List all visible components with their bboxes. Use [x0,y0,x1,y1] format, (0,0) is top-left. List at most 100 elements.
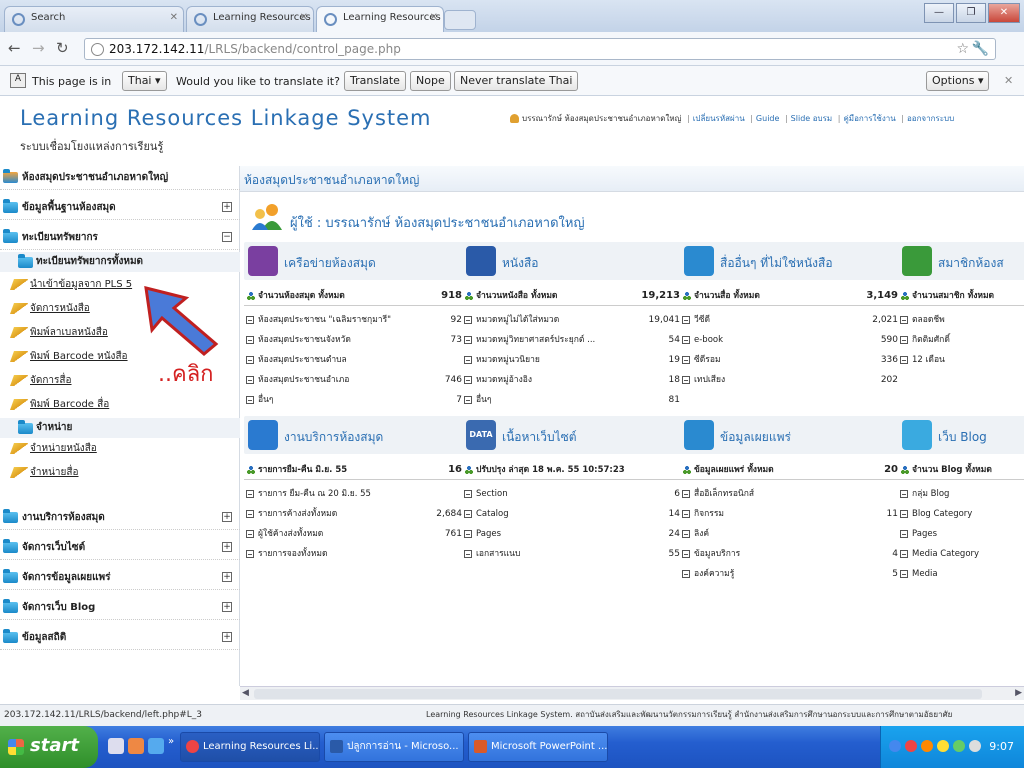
translate-button[interactable]: Translate [344,71,406,91]
sidebar-link[interactable]: จัดการสื่อ [30,375,72,386]
task-label: Microsoft PowerPoint ... [491,741,608,752]
never-translate-button[interactable]: Never translate Thai [454,71,579,91]
chevron-right-icon[interactable]: » [168,736,174,747]
tray-app-icon[interactable] [921,740,933,752]
sidebar-item-publications[interactable]: จัดการข้อมูลเผยแพร่ + [0,566,240,590]
expand-icon[interactable]: + [222,512,232,522]
maximize-button[interactable]: ❐ [956,3,986,23]
language-select[interactable]: Thai ▾ [122,71,167,91]
row-value: 54 [668,335,680,345]
sidebar-item-library-info[interactable]: ข้อมูลพื้นฐานห้องสมุด + [0,196,240,220]
expand-icon[interactable]: + [222,602,232,612]
sidebar-link[interactable]: จัดการหนังสือ [30,303,90,314]
expand-icon[interactable]: + [222,202,232,212]
panel-summary-row: จำนวนหนังสือ ทั้งหมด 19,213 [462,286,686,306]
sidebar-item-distribution[interactable]: จำหน่าย [0,418,240,438]
horizontal-scrollbar[interactable]: ◀ ▶ [240,686,1024,700]
sidebar-link[interactable]: พิมพ์ Barcode สื่อ [30,399,109,410]
panel-icon: DATA [466,420,496,450]
panel-title[interactable]: เว็บ Blog [938,428,987,447]
reload-icon[interactable]: ↻ [56,39,69,57]
sidebar-link[interactable]: จำหน่ายหนังสือ [30,443,97,454]
sidebar-link[interactable]: นำเข้าข้อมูลจาก PLS 5 [30,279,132,290]
start-button[interactable]: start [0,726,98,768]
desktop-icon[interactable] [108,738,124,754]
collapse-icon[interactable]: − [222,232,232,242]
sidebar-item-statistics[interactable]: ข้อมูลสถิติ + [0,626,240,650]
tab-lrls-2[interactable]: Learning Resources Linkage Sy ✕ [316,6,444,32]
new-tab-button[interactable] [444,10,476,30]
search-icon [12,13,25,26]
close-icon[interactable]: ✕ [1004,74,1013,87]
sidebar-link[interactable]: พิมพ์ Barcode หนังสือ [30,351,128,362]
sidebar-home[interactable]: ห้องสมุดประชาชนอำเภอหาดใหญ่ [0,166,240,190]
tab-search[interactable]: Search ✕ [4,6,184,32]
panel-title[interactable]: สมาชิกห้องส [938,254,1004,273]
row-label: ลิงค์ [694,529,710,539]
wrench-menu-icon[interactable]: 🔧 [972,39,989,59]
scroll-left-icon[interactable]: ◀ [242,688,249,698]
sidebar-item-print-barcode-media[interactable]: พิมพ์ Barcode สื่อ [0,394,240,416]
tray-volume-icon[interactable] [953,740,965,752]
sidebar-item-dist-books[interactable]: จำหน่ายหนังสือ [0,438,240,460]
sidebar-item-all-resources[interactable]: ทะเบียนทรัพยากรทั้งหมด [0,252,240,272]
nope-button[interactable]: Nope [410,71,451,91]
task-powerpoint[interactable]: Microsoft PowerPoint ... [468,732,608,762]
tray-network-icon[interactable] [889,740,901,752]
firefox-icon[interactable] [128,738,144,754]
bookmark-star-icon[interactable]: ☆ [956,39,969,59]
page-info-icon[interactable] [91,43,104,56]
forward-icon[interactable]: → [32,39,45,57]
panel-title[interactable]: ข้อมูลเผยแพร่ [720,428,791,447]
expand-icon[interactable]: + [222,542,232,552]
tray-app-icon[interactable] [969,740,981,752]
row-value: 590 [880,335,898,345]
sidebar-link[interactable]: จำหน่ายสื่อ [30,467,79,478]
options-button[interactable]: Options ▾ [926,71,990,91]
address-bar[interactable]: 203.172.142.11/LRLS/backend/control_page… [84,38,996,60]
sidebar-home-label: ห้องสมุดประชาชนอำเภอหาดใหญ่ [22,172,169,183]
panel-title[interactable]: เครือข่ายห้องสมุด [284,254,376,273]
panel-title[interactable]: เนื้อหาเว็บไซต์ [502,428,577,447]
task-chrome[interactable]: Learning Resources Li... [180,732,320,762]
bullet-icon [682,336,690,344]
panel-title[interactable]: สื่ออื่นๆ ที่ไม่ใช่หนังสือ [720,254,833,273]
expand-icon[interactable]: + [222,632,232,642]
tab-lrls-1[interactable]: Learning Resources Linkage Sy ✕ [186,6,314,32]
row-value: 18 [668,375,680,385]
row-label: วีซีดี [694,315,711,325]
sidebar-item-resources[interactable]: ทะเบียนทรัพยากร − [0,226,240,250]
panel-title[interactable]: หนังสือ [502,254,539,273]
close-icon[interactable]: ✕ [300,12,308,23]
panel-row: อื่นๆ 7 [244,390,468,410]
back-icon[interactable]: ← [8,39,21,57]
bullet-icon [900,336,908,344]
row-value: 73 [450,335,462,345]
tray-app-icon[interactable] [905,740,917,752]
site-logo[interactable]: Learning Resources Linkage System [20,106,432,130]
change-password-link[interactable]: เปลี่ยนรหัสผ่าน [693,114,745,123]
panel-row: กลุ่ม Blog [898,484,1024,504]
panel-row: ห้องสมุดประชาชน "เฉลิมราชกุมารี" 92 [244,310,468,330]
scroll-thumb[interactable] [254,689,982,699]
window-close-button[interactable]: ✕ [988,3,1020,23]
sidebar-item-website[interactable]: จัดการเว็บไซต์ + [0,536,240,560]
logout-link[interactable]: ออกจากระบบ [907,114,954,123]
close-icon[interactable]: ✕ [430,12,438,23]
expand-icon[interactable]: + [222,572,232,582]
manual-link[interactable]: คู่มือการใช้งาน [843,114,895,123]
row-label: e-book [694,335,724,345]
sidebar-item-dist-media[interactable]: จำหน่ายสื่อ [0,462,240,484]
guide-link[interactable]: Guide [756,114,780,123]
panel-title[interactable]: งานบริการห้องสมุด [284,428,383,447]
scroll-right-icon[interactable]: ▶ [1015,688,1022,698]
ie-icon[interactable] [148,738,164,754]
slide-link[interactable]: Slide อบรม [791,114,833,123]
sidebar-item-blog[interactable]: จัดการเว็บ Blog + [0,596,240,620]
sidebar-link[interactable]: พิมพ์ลาเบลหนังสือ [30,327,108,338]
minimize-button[interactable]: — [924,3,954,23]
close-icon[interactable]: ✕ [170,12,178,23]
tray-shield-icon[interactable] [937,740,949,752]
task-word[interactable]: ปลูกการอ่าน - Microso... [324,732,464,762]
sidebar-item-services[interactable]: งานบริการห้องสมุด + [0,506,240,530]
